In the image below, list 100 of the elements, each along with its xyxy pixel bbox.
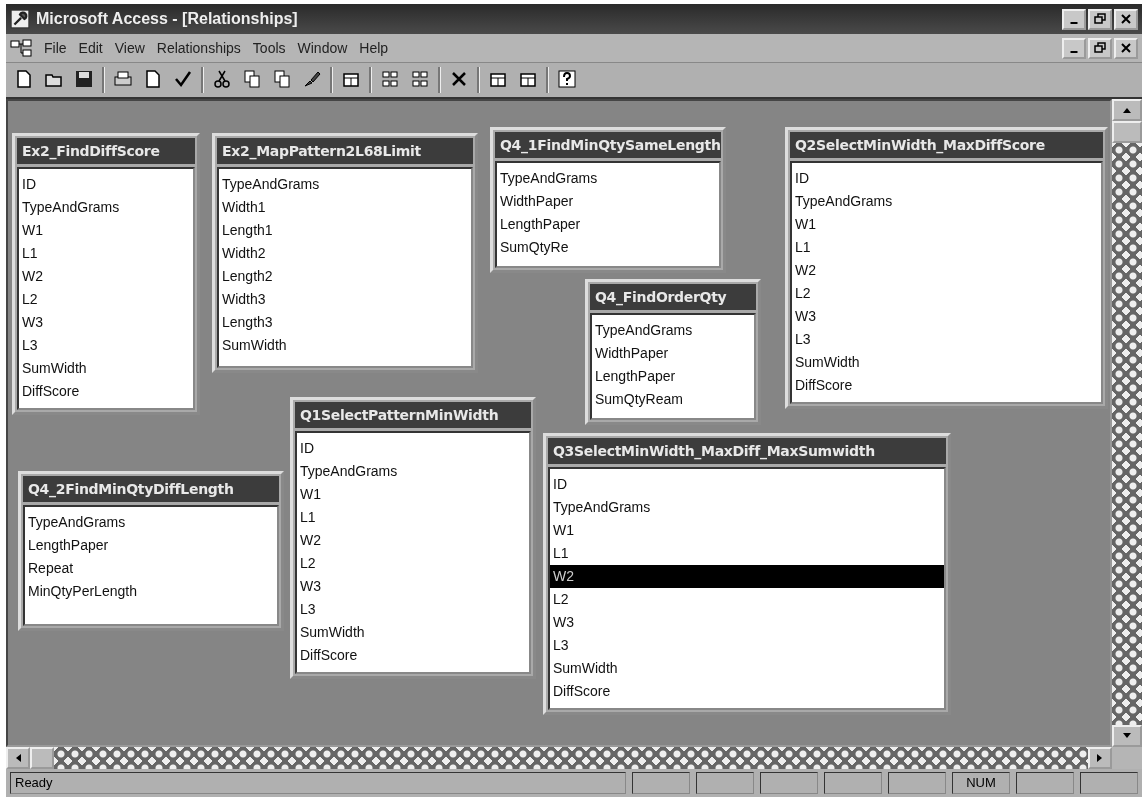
field-list-window[interactable]: Q4_FindOrderQty TypeAndGrams WidthPaper LengthPaper SumQtyReam (585, 279, 761, 425)
vertical-scrollbar[interactable] (1112, 99, 1142, 747)
status-panel (1080, 772, 1138, 794)
field-item[interactable]: L2 (19, 288, 193, 311)
menu-item[interactable]: Window (297, 40, 348, 56)
field-item[interactable]: DiffScore (19, 380, 193, 403)
field-item[interactable]: L1 (550, 542, 944, 565)
field-item[interactable]: W3 (297, 575, 529, 598)
field-item[interactable]: DiffScore (792, 374, 1101, 397)
field-item[interactable]: W1 (550, 519, 944, 542)
field-item[interactable]: SumWidth (550, 657, 944, 680)
field-item[interactable]: ID (19, 173, 193, 196)
status-panel (1016, 772, 1074, 794)
minimize-button[interactable] (1062, 8, 1086, 30)
minimize-icon (1070, 22, 1078, 24)
status-panel (696, 772, 754, 794)
menu-item[interactable]: View (114, 40, 145, 56)
field-list-window[interactable]: Q3SelectMinWidth_MaxDiff_MaxSumwidth ID TypeAndGrams W1 L1 W2 L2 W3 L3 SumWidth DiffScore (543, 433, 951, 715)
field-item[interactable]: WidthPaper (497, 190, 719, 213)
field-item[interactable]: TypeAndGrams (497, 167, 719, 190)
field-item[interactable]: W2 (19, 265, 193, 288)
menu-item[interactable]: Help (359, 40, 389, 56)
field-item[interactable]: W3 (19, 311, 193, 334)
window-title: Microsoft Access - [Relationships] (36, 10, 298, 28)
field-item[interactable]: TypeAndGrams (297, 460, 529, 483)
field-item[interactable]: L1 (19, 242, 193, 265)
field-list-window[interactable]: Q4_2FindMinQtyDiffLength TypeAndGrams LengthPaper Repeat MinQtyPerLength (18, 471, 284, 631)
field-item[interactable]: Length1 (219, 219, 471, 242)
restore-button[interactable] (1088, 8, 1112, 30)
field-item[interactable]: W2 (297, 529, 529, 552)
field-item[interactable]: ID (550, 473, 944, 496)
close-icon (1119, 13, 1133, 25)
field-item[interactable]: ID (297, 437, 529, 460)
field-item[interactable]: W3 (550, 611, 944, 634)
field-list-window[interactable]: Q1SelectPatternMinWidth ID TypeAndGrams W1 L1 W2 L2 W3 L3 SumWidth DiffScore (290, 397, 536, 679)
field-item[interactable]: W1 (297, 483, 529, 506)
field-item[interactable]: Repeat (25, 557, 277, 580)
field-item[interactable]: Length3 (219, 311, 471, 334)
close-button[interactable] (1114, 8, 1138, 30)
field-item[interactable]: WidthPaper (592, 342, 754, 365)
menu-item[interactable]: Tools (252, 40, 286, 56)
field-item[interactable]: ID (792, 167, 1101, 190)
field-list-window[interactable]: Q2SelectMinWidth_MaxDiffScore ID TypeAndGrams W1 L1 W2 L2 W3 L3 SumWidth DiffScore (785, 127, 1108, 409)
field-item[interactable]: L1 (297, 506, 529, 529)
status-panel (632, 772, 690, 794)
field-item[interactable]: L3 (19, 334, 193, 357)
restore-icon (1093, 42, 1107, 54)
field-item[interactable]: L1 (792, 236, 1101, 259)
field-item[interactable]: SumWidth (19, 357, 193, 380)
field-item[interactable]: LengthPaper (497, 213, 719, 236)
field-item[interactable]: SumQtyRe (497, 236, 719, 259)
field-item[interactable]: Width3 (219, 288, 471, 311)
menu-item[interactable]: Edit (78, 40, 103, 56)
field-item[interactable]: TypeAndGrams (19, 196, 193, 219)
close-button[interactable] (1114, 37, 1138, 59)
field-item[interactable]: W1 (19, 219, 193, 242)
scroll-down-button[interactable] (1112, 725, 1142, 747)
menu-item[interactable]: Relationships (156, 40, 241, 56)
field-list-title: Ex2_MapPattern2L68Limit (217, 138, 473, 164)
menu-item[interactable]: File (44, 40, 67, 56)
field-list-window[interactable]: Ex2_FindDiffScore ID TypeAndGrams W1 L1 W2 L2 W3 L3 SumWidth DiffScore (12, 133, 200, 415)
field-item[interactable]: TypeAndGrams (792, 190, 1101, 213)
field-item[interactable]: DiffScore (550, 680, 944, 703)
scroll-thumb[interactable] (30, 747, 54, 769)
minimize-button[interactable] (1062, 37, 1086, 59)
field-item[interactable]: W1 (792, 213, 1101, 236)
field-list-window[interactable]: Ex2_MapPattern2L68Limit TypeAndGrams Width1 Length1 Width2 Length2 Width3 Length3 SumWidth (212, 133, 478, 373)
field-item[interactable]: TypeAndGrams (592, 319, 754, 342)
field-list-window[interactable]: Q4_1FindMinQtySameLength TypeAndGrams WidthPaper LengthPaper SumQtyRe (490, 127, 726, 273)
field-item[interactable]: L2 (792, 282, 1101, 305)
field-item[interactable]: LengthPaper (592, 365, 754, 388)
field-item[interactable]: SumWidth (219, 334, 471, 357)
field-item[interactable]: LengthPaper (25, 534, 277, 557)
field-item[interactable]: DiffScore (297, 644, 529, 667)
field-item[interactable]: Length2 (219, 265, 471, 288)
field-item[interactable]: SumWidth (297, 621, 529, 644)
field-item[interactable]: L3 (550, 634, 944, 657)
field-item[interactable]: Width1 (219, 196, 471, 219)
scroll-up-button[interactable] (1112, 99, 1142, 121)
scroll-right-button[interactable] (1088, 747, 1112, 769)
field-item[interactable]: L2 (297, 552, 529, 575)
field-item[interactable]: TypeAndGrams (550, 496, 944, 519)
field-item[interactable]: TypeAndGrams (25, 511, 277, 534)
field-item[interactable]: W2 (550, 565, 944, 588)
status-message: Ready (10, 772, 626, 794)
scroll-left-button[interactable] (6, 747, 30, 769)
scroll-thumb[interactable] (1112, 121, 1142, 143)
restore-button[interactable] (1088, 37, 1112, 59)
field-item[interactable]: L3 (792, 328, 1101, 351)
field-item[interactable]: TypeAndGrams (219, 173, 471, 196)
field-item[interactable]: W3 (792, 305, 1101, 328)
field-item[interactable]: L2 (550, 588, 944, 611)
field-item[interactable]: W2 (792, 259, 1101, 282)
field-item[interactable]: SumQtyReam (592, 388, 754, 411)
horizontal-scrollbar[interactable] (6, 747, 1142, 769)
field-item[interactable]: MinQtyPerLength (25, 580, 277, 603)
field-item[interactable]: SumWidth (792, 351, 1101, 374)
field-list-title: Q3SelectMinWidth_MaxDiff_MaxSumwidth (548, 438, 946, 464)
field-item[interactable]: L3 (297, 598, 529, 621)
field-item[interactable]: Width2 (219, 242, 471, 265)
